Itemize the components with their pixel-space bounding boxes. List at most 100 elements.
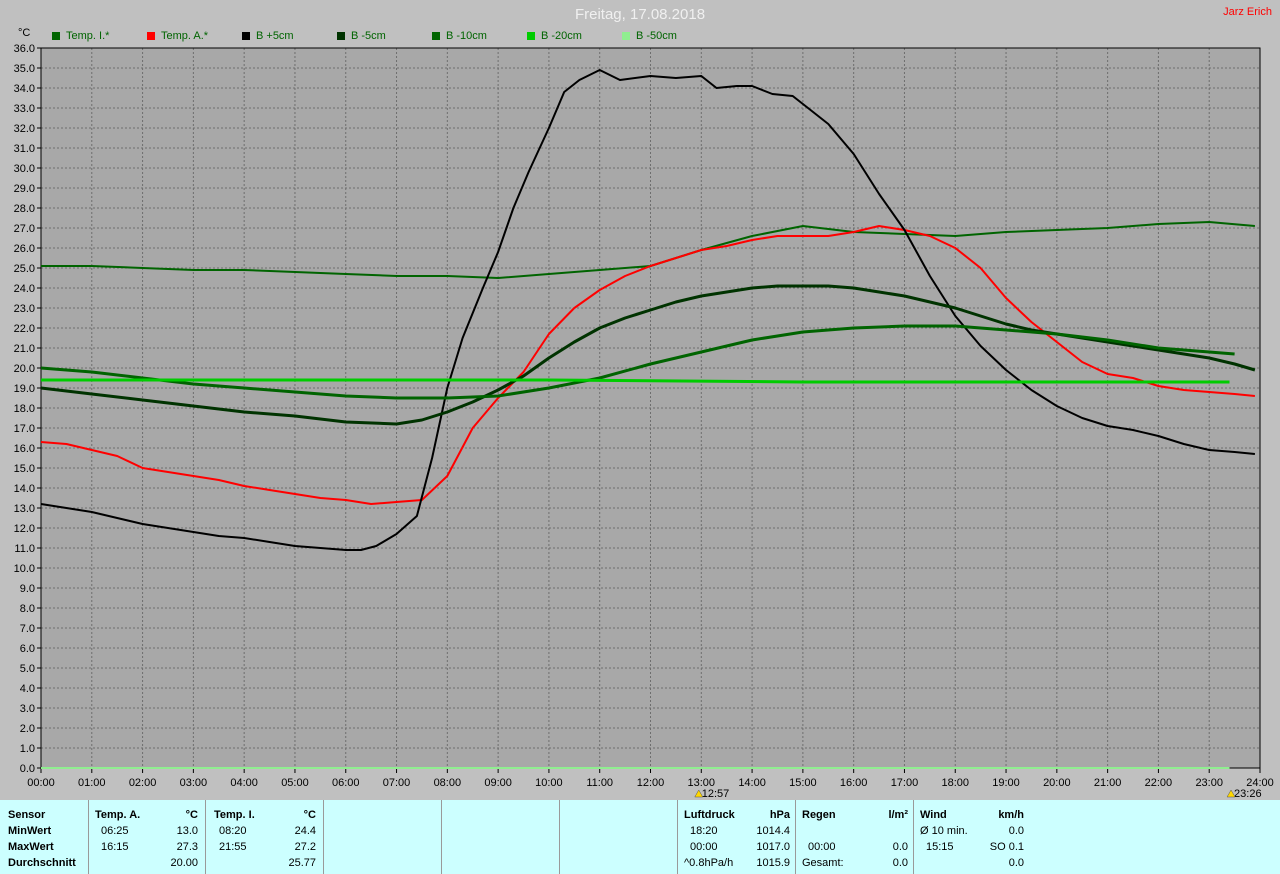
y-tick-label: 16.0 xyxy=(14,443,35,455)
temp-a-max: 27.3 xyxy=(176,841,198,853)
luftdruck-trend: ^0.8hPa/h xyxy=(684,857,734,869)
x-tick-label: 09:00 xyxy=(484,777,512,789)
x-tick-label: 00:00 xyxy=(27,777,55,789)
y-tick-label: 20.0 xyxy=(14,363,35,375)
legend-label: B -10cm xyxy=(446,30,487,42)
y-tick-label: 0.0 xyxy=(20,763,35,775)
y-axis-unit: °C xyxy=(18,27,30,39)
y-tick-label: 30.0 xyxy=(14,163,35,175)
x-tick-label: 12:00 xyxy=(637,777,665,789)
y-tick-label: 3.0 xyxy=(20,703,35,715)
legend-swatch xyxy=(622,32,630,40)
chart-title: Freitag, 17.08.2018 xyxy=(574,6,706,23)
legend-swatch xyxy=(432,32,440,40)
x-tick-label: 18:00 xyxy=(941,777,969,789)
y-tick-label: 32.0 xyxy=(14,123,35,135)
legend-swatch xyxy=(52,32,60,40)
y-tick-label: 35.0 xyxy=(14,63,35,75)
x-tick-label: 22:00 xyxy=(1145,777,1173,789)
x-tick-label: 07:00 xyxy=(383,777,411,789)
legend-label: B +5cm xyxy=(256,30,294,42)
regen-total: 0.0 xyxy=(892,857,908,869)
legend-item: Temp. A.* xyxy=(147,30,208,42)
y-tick-label: 10.0 xyxy=(14,563,35,575)
temp-i-header: Temp. I. xyxy=(214,809,255,821)
luftdruck-unit: hPa xyxy=(769,809,790,821)
x-tick-label: 02:00 xyxy=(129,777,157,789)
y-tick-label: 26.0 xyxy=(14,243,35,255)
legend-label: Temp. A.* xyxy=(161,30,209,42)
y-tick-label: 28.0 xyxy=(14,203,35,215)
luftdruck-r3: 1015.9 xyxy=(756,857,790,869)
y-tick-label: 22.0 xyxy=(14,323,35,335)
row-label-avg: Durchschnitt xyxy=(8,857,76,869)
temp-a-min: 13.0 xyxy=(176,825,198,837)
temp-a-max-time: 16:15 xyxy=(101,841,129,853)
temp-a-unit: °C xyxy=(185,809,198,821)
legend-item: B -5cm xyxy=(337,30,386,42)
wind-col: Wind km/h Ø 10 min. 0.0 15:15 SO 0.1 0.0 xyxy=(913,800,1032,874)
luftdruck-r2: 1017.0 xyxy=(756,841,790,853)
temp-i-max-time: 21:55 xyxy=(219,841,247,853)
y-tick-label: 5.0 xyxy=(20,663,35,675)
temp-i-min: 24.4 xyxy=(294,825,316,837)
station-author: Jarz Erich xyxy=(1223,6,1272,18)
x-tick-label: 10:00 xyxy=(535,777,563,789)
y-tick-label: 21.0 xyxy=(14,343,35,355)
y-tick-label: 12.0 xyxy=(14,523,35,535)
x-tick-label: 04:00 xyxy=(230,777,258,789)
regen-r2: 0.0 xyxy=(892,841,908,853)
temp-a-avg: 20.00 xyxy=(170,857,198,869)
x-tick-label: 23:00 xyxy=(1195,777,1223,789)
legend-item: B +5cm xyxy=(242,30,294,42)
regen-unit: l/m² xyxy=(888,809,908,821)
marker-label: 12:57 xyxy=(702,788,730,800)
legend-label: B -20cm xyxy=(541,30,582,42)
wind-avg-label: Ø 10 min. xyxy=(920,825,968,837)
temp-i-max: 27.2 xyxy=(294,841,316,853)
x-tick-label: 01:00 xyxy=(78,777,106,789)
row-label-max: MaxWert xyxy=(8,841,54,853)
temp-i-min-time: 08:20 xyxy=(219,825,247,837)
y-tick-label: 33.0 xyxy=(14,103,35,115)
y-tick-label: 15.0 xyxy=(14,463,35,475)
wind-unit: km/h xyxy=(998,809,1024,821)
row-labels-col: Sensor MinWert MaxWert Durchschnitt xyxy=(0,800,88,874)
luftdruck-r1-time: 18:20 xyxy=(690,825,718,837)
y-tick-label: 14.0 xyxy=(14,483,35,495)
temp-a-min-time: 06:25 xyxy=(101,825,129,837)
luftdruck-r1: 1014.4 xyxy=(756,825,790,837)
y-tick-label: 11.0 xyxy=(14,543,35,555)
y-tick-label: 13.0 xyxy=(14,503,35,515)
luftdruck-r2-time: 00:00 xyxy=(690,841,718,853)
temp-i-col: Temp. I. °C 08:20 24.4 21:55 27.2 25.77 xyxy=(205,800,324,874)
y-tick-label: 31.0 xyxy=(14,143,35,155)
x-tick-label: 15:00 xyxy=(789,777,817,789)
x-tick-label: 03:00 xyxy=(180,777,208,789)
x-tick-label: 14:00 xyxy=(738,777,766,789)
y-tick-label: 2.0 xyxy=(20,723,35,735)
temp-a-col: Temp. A. °C 06:25 13.0 16:15 27.3 20.00 xyxy=(88,800,206,874)
y-tick-label: 18.0 xyxy=(14,403,35,415)
y-tick-label: 9.0 xyxy=(20,583,35,595)
wind-max-time: 15:15 xyxy=(926,841,954,853)
y-tick-label: 8.0 xyxy=(20,603,35,615)
row-label-min: MinWert xyxy=(8,825,52,837)
x-tick-label: 08:00 xyxy=(434,777,462,789)
wind-max: SO 0.1 xyxy=(989,841,1024,853)
x-tick-label: 19:00 xyxy=(992,777,1020,789)
temp-a-header: Temp. A. xyxy=(95,809,141,821)
temp-i-avg: 25.77 xyxy=(288,857,316,869)
y-tick-label: 17.0 xyxy=(14,423,35,435)
x-tick-label: 11:00 xyxy=(586,777,613,789)
y-tick-label: 6.0 xyxy=(20,643,35,655)
legend-item: Temp. I.* xyxy=(52,30,109,42)
y-tick-label: 24.0 xyxy=(14,283,35,295)
y-tick-label: 34.0 xyxy=(14,83,35,95)
legend-swatch xyxy=(242,32,250,40)
marker-label: 23:26 xyxy=(1234,788,1262,800)
chart-area: 0.0 1.0 2.0 3.0 4.0 5.0 6.0 7.0 8.0 9.0 10.0 11.0 12… xyxy=(0,0,1280,800)
luftdruck-col: Luftdruck hPa 18:20 1014.4 00:00 1017.0 … xyxy=(677,800,796,874)
legend-item: B -20cm xyxy=(527,30,582,42)
legend-label: B -50cm xyxy=(636,30,677,42)
